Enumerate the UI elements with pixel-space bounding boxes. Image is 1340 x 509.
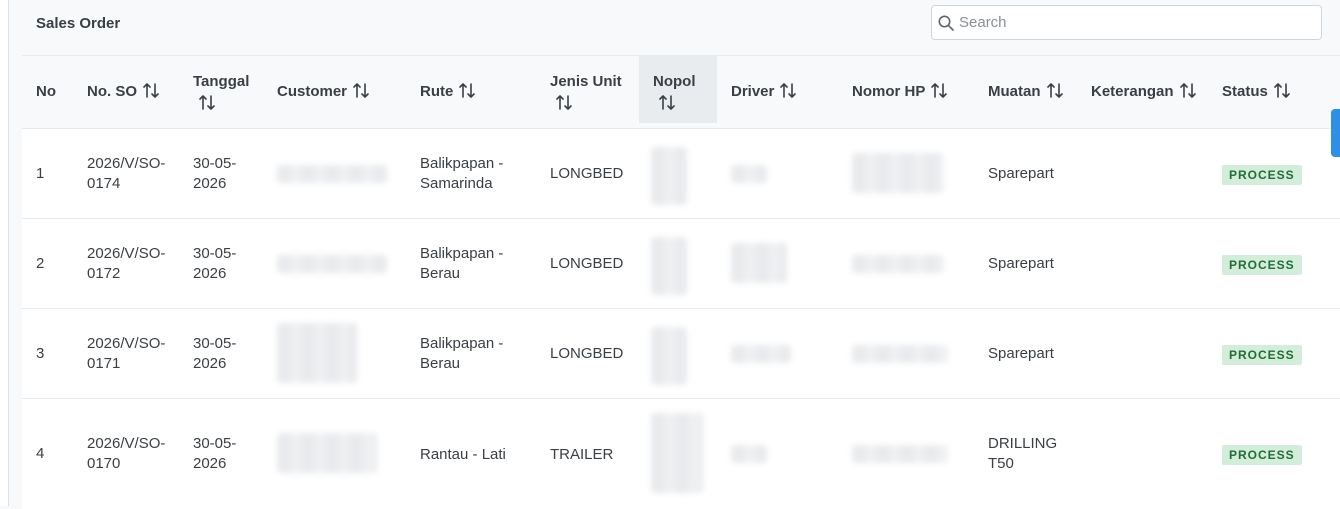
cell-rute: Rantau - Lati <box>420 446 506 463</box>
column-header-no: No <box>36 83 56 100</box>
cell-no: 4 <box>36 445 45 462</box>
horizontal-scroll-indicator[interactable] <box>1331 109 1340 157</box>
sort-icon[interactable] <box>931 82 948 99</box>
cell-rute: Balikpapan - Berau <box>420 245 504 282</box>
column-header-rute[interactable]: Rute <box>406 56 536 129</box>
status-badge: PROCESS <box>1222 345 1302 365</box>
cell-no-so[interactable]: 2026/V/SO- 0174 <box>87 154 165 194</box>
page-title: Sales Order <box>36 15 121 32</box>
column-header-driver[interactable]: Driver <box>717 56 838 129</box>
status-badge: PROCESS <box>1222 255 1302 275</box>
status-badge: PROCESS <box>1222 445 1302 465</box>
cell-no-so[interactable]: 2026/V/SO- 0172 <box>87 244 165 284</box>
table-row[interactable]: 1 2026/V/SO- 0174 30-05- 2026 Balikpapan -… <box>22 128 1340 219</box>
table-row[interactable]: 3 2026/V/SO- 0171 30-05- 2026 Balikpapan -… <box>22 308 1340 399</box>
search-icon <box>938 15 954 31</box>
search-field[interactable] <box>931 5 1322 40</box>
table-header: No No. SO Tanggal Customer Rute Jenis Un… <box>22 55 1340 129</box>
cell-muatan: Sparepart <box>988 165 1054 182</box>
redacted-driver <box>731 243 787 283</box>
column-header-keterangan[interactable]: Keterangan <box>1077 56 1208 129</box>
cell-rute: Balikpapan - Samarinda <box>420 155 504 192</box>
cell-no: 2 <box>36 255 45 272</box>
sort-icon[interactable] <box>199 94 215 111</box>
status-badge: PROCESS <box>1222 165 1302 185</box>
cell-no: 1 <box>36 165 45 182</box>
column-header-status[interactable]: Status <box>1208 56 1340 129</box>
sort-icon[interactable] <box>556 94 572 111</box>
cell-muatan: Sparepart <box>988 345 1054 362</box>
sort-icon[interactable] <box>1179 82 1196 99</box>
sort-icon[interactable] <box>659 94 675 111</box>
cell-tanggal: 30-05- 2026 <box>193 155 237 192</box>
cell-tanggal: 30-05- 2026 <box>193 245 237 282</box>
cell-tanggal: 30-05- 2026 <box>193 335 237 372</box>
column-header-nomor-hp[interactable]: Nomor HP <box>838 56 974 129</box>
column-header-jenis-unit[interactable]: Jenis Unit <box>536 56 639 129</box>
redacted-nopol <box>651 237 687 295</box>
redacted-driver <box>731 345 791 363</box>
cell-muatan: Sparepart <box>988 255 1054 272</box>
sort-icon[interactable] <box>1046 82 1063 99</box>
redacted-driver <box>731 165 767 183</box>
cell-jenis-unit: LONGBED <box>550 345 624 362</box>
column-header-muatan[interactable]: Muatan <box>974 56 1077 129</box>
sort-icon[interactable] <box>353 82 369 99</box>
redacted-nopol <box>651 413 703 493</box>
cell-no-so[interactable]: 2026/V/SO- 0170 <box>87 434 165 474</box>
cell-tanggal: 30-05- 2026 <box>193 435 237 472</box>
redacted-nopol <box>651 147 687 205</box>
column-header-customer[interactable]: Customer <box>263 56 406 129</box>
redacted-customer <box>277 323 357 383</box>
sort-icon[interactable] <box>780 82 797 99</box>
cell-jenis-unit: LONGBED <box>550 255 624 272</box>
table-row[interactable]: 4 2026/V/SO- 0170 30-05- 2026 Rantau - Lat… <box>22 398 1340 509</box>
sort-icon[interactable] <box>459 82 476 99</box>
column-header-nopol[interactable]: Nopol <box>639 56 717 123</box>
sort-icon[interactable] <box>143 82 159 99</box>
redacted-customer <box>277 255 387 273</box>
cell-jenis-unit: LONGBED <box>550 165 624 182</box>
redacted-nomor-hp <box>852 153 944 193</box>
cell-no-so[interactable]: 2026/V/SO- 0171 <box>87 334 165 374</box>
cell-muatan: DRILLING T50 <box>988 435 1058 472</box>
cell-rute: Balikpapan - Berau <box>420 335 504 372</box>
sidebar-edge <box>0 0 9 506</box>
redacted-nomor-hp <box>852 445 948 463</box>
redacted-nomor-hp <box>852 345 948 363</box>
cell-no: 3 <box>36 345 45 362</box>
table-row[interactable]: 2 2026/V/SO- 0172 30-05- 2026 Balikpapan -… <box>22 218 1340 309</box>
column-header-no-so[interactable]: No. SO <box>73 56 179 129</box>
column-header-tanggal[interactable]: Tanggal <box>179 56 263 129</box>
redacted-customer <box>277 433 377 473</box>
sort-icon[interactable] <box>1274 82 1290 99</box>
redacted-driver <box>731 445 767 463</box>
redacted-nomor-hp <box>852 255 944 273</box>
cell-jenis-unit: TRAILER <box>550 446 614 463</box>
redacted-customer <box>277 165 387 183</box>
search-input[interactable] <box>959 6 1314 39</box>
redacted-nopol <box>651 327 687 385</box>
